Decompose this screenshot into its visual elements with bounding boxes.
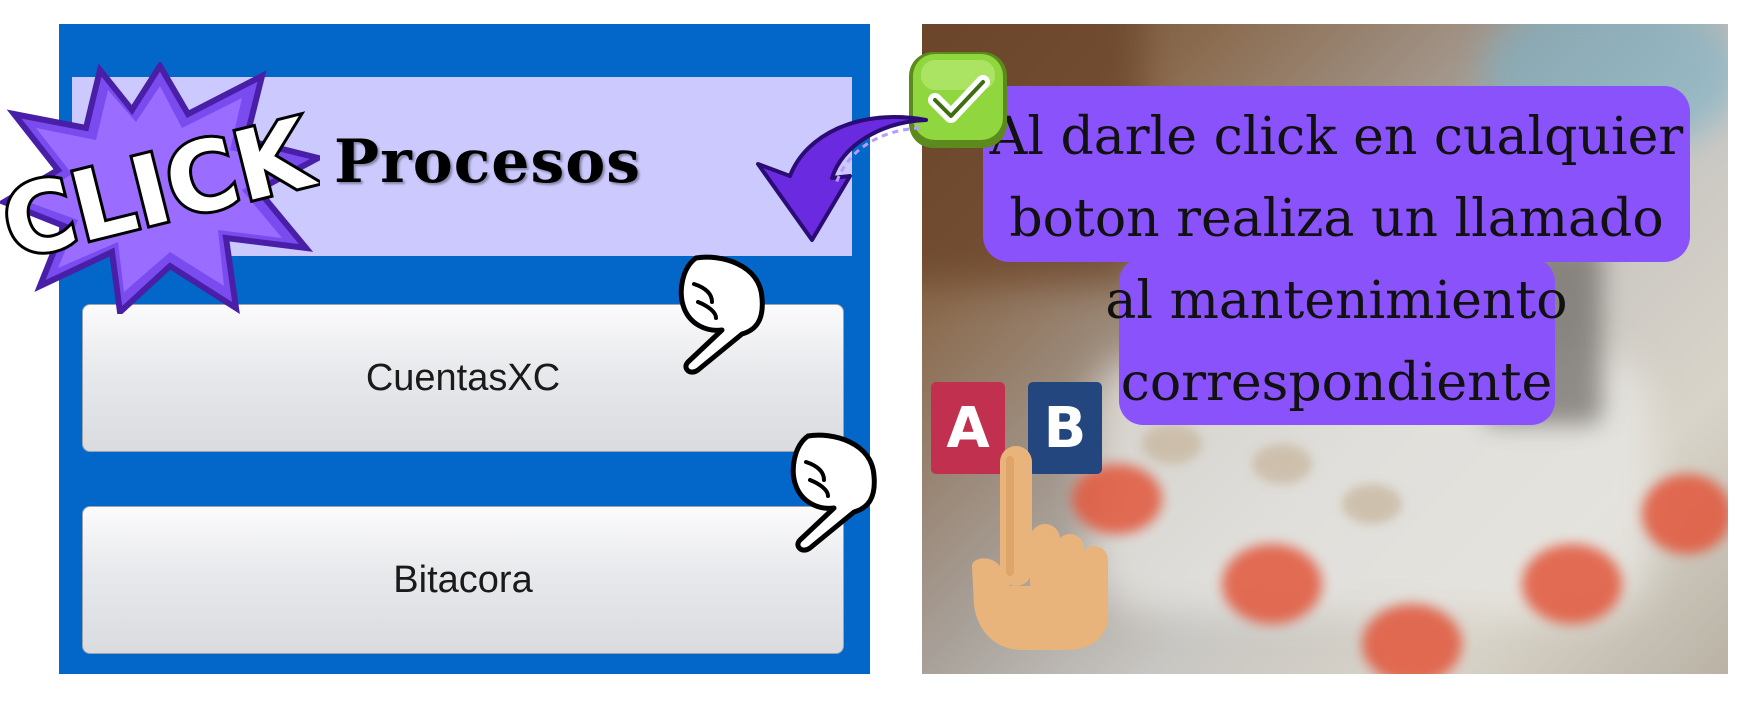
hand-finger-icon [972,446,1108,650]
pointing-hand-icon [790,432,877,553]
pointing-hand-icon [678,254,765,375]
callout-text: Al darle click en cualquier boton realiz… [989,107,1684,413]
bitacora-button[interactable]: Bitacora [82,506,844,654]
page-title: Procesos [334,127,642,197]
click-burst-icon: CLICK [0,62,320,314]
curved-arrow-icon [756,115,928,242]
